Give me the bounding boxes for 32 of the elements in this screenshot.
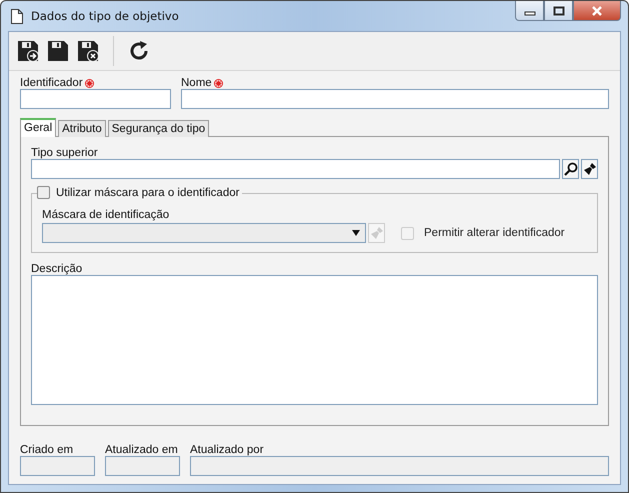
tab[interactable]: Geral bbox=[20, 118, 56, 137]
maximize-icon bbox=[552, 6, 564, 16]
field-label: Identificador bbox=[20, 77, 83, 89]
field-label: Atualizado em bbox=[105, 444, 179, 456]
read-only-field[interactable] bbox=[190, 456, 609, 476]
dropdown-arrow-icon bbox=[352, 230, 360, 236]
field-label: Criado em bbox=[20, 444, 74, 456]
close-icon bbox=[591, 6, 603, 16]
clear-button[interactable] bbox=[581, 159, 598, 179]
maximize-button[interactable] bbox=[544, 1, 573, 21]
field-label: Atualizado por bbox=[190, 444, 265, 456]
refresh-icon[interactable] bbox=[128, 40, 150, 62]
text-field[interactable] bbox=[181, 89, 609, 109]
floppy-disk-x-icon[interactable] bbox=[77, 40, 99, 62]
checkbox-label: Permitir alterar identificador bbox=[424, 227, 565, 239]
tab[interactable]: Segurança do tipo bbox=[108, 120, 210, 137]
checkbox-label: Utilizar máscara para o identificador bbox=[56, 186, 240, 198]
field-label: Tipo superior bbox=[31, 147, 99, 159]
document-icon bbox=[11, 8, 23, 24]
read-only-field[interactable] bbox=[105, 456, 180, 476]
checkbox[interactable] bbox=[37, 186, 50, 199]
text-field[interactable] bbox=[31, 159, 560, 179]
field-label: Nome bbox=[181, 77, 212, 89]
window-title: Dados do tipo de objetivo bbox=[31, 9, 179, 23]
tab[interactable]: Atributo bbox=[58, 120, 106, 137]
search-button[interactable] bbox=[562, 159, 579, 179]
minimize-button[interactable] bbox=[515, 1, 544, 21]
field-label: Máscara de identificação bbox=[42, 209, 170, 221]
text-field[interactable] bbox=[20, 89, 171, 109]
close-button[interactable] bbox=[573, 1, 621, 21]
field-label: Descrição bbox=[31, 263, 84, 275]
read-only-field[interactable] bbox=[20, 456, 95, 476]
